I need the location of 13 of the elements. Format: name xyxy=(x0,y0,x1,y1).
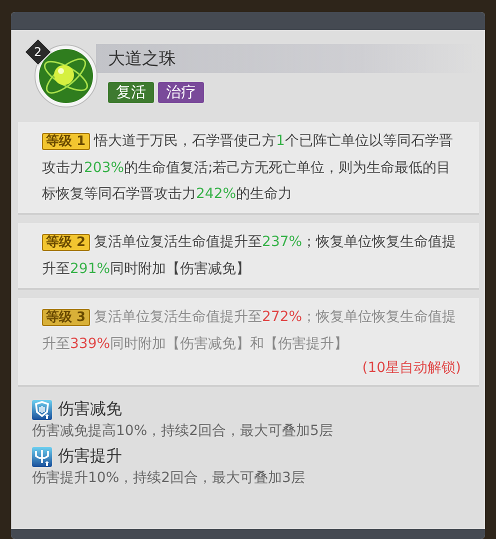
shield-icon xyxy=(32,400,52,420)
level-description: 等级 3 复活单位复活生命值提升至272%；恢复单位恢复生命值提升至339%同时附加【伤害减免】和【伤害提升】 xyxy=(42,308,458,354)
trident-icon xyxy=(32,446,52,466)
effect-name: 伤害提升 xyxy=(58,446,122,467)
effect-name: 伤害减免 xyxy=(58,399,122,420)
skill-tag: 治疗 xyxy=(158,82,204,103)
effect-description: 伤害减免提高10%，持续2回合，最大可叠加5层 xyxy=(32,422,334,440)
skill-tag: 复活 xyxy=(108,82,154,103)
effect-description: 伤害提升10%，持续2回合，最大可叠加3层 xyxy=(32,469,306,487)
unlock-note: (10星自动解锁) xyxy=(361,359,461,378)
level-description: 等级 1 悟大道于万民，石学晋使己方1个已阵亡单位以等同石学晋攻击力 203%的生命值复活;若己方无死亡单位，则为生命最低的目标恢复等同石学晋攻击力 242%的生命力 xyxy=(42,132,454,204)
orb-icon xyxy=(34,44,98,108)
level-description: 等级 2 复活单位复活生命值提升至237%；恢复单位恢复生命值提升至291%同时附加【伤害减免】 xyxy=(42,233,458,279)
